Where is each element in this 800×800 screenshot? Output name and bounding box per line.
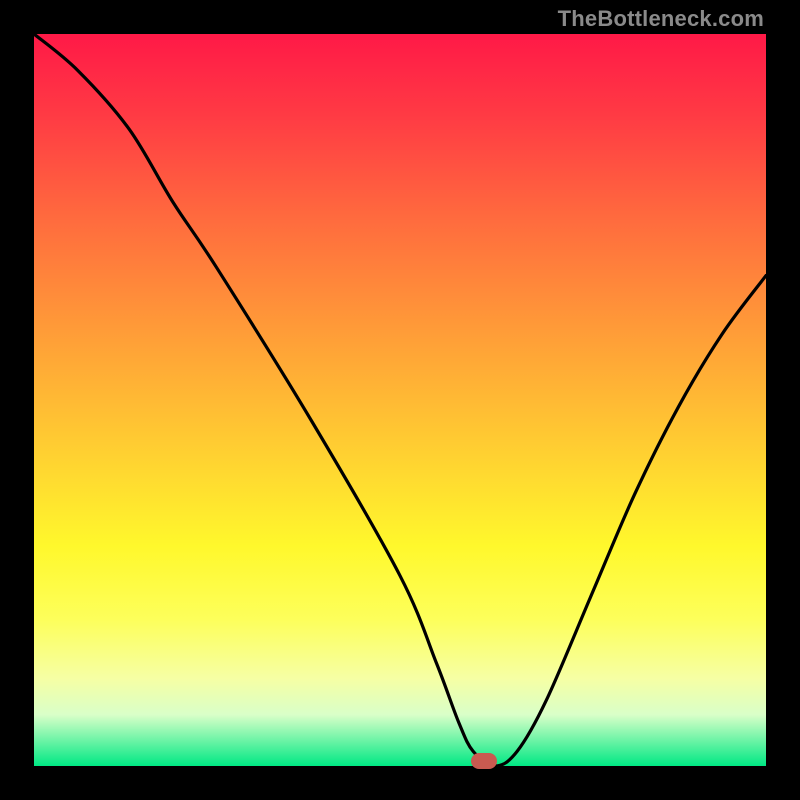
minimum-marker bbox=[471, 753, 497, 769]
chart-container: TheBottleneck.com bbox=[0, 0, 800, 800]
bottleneck-curve bbox=[34, 34, 766, 766]
plot-area bbox=[34, 34, 766, 766]
watermark-text: TheBottleneck.com bbox=[558, 6, 764, 32]
